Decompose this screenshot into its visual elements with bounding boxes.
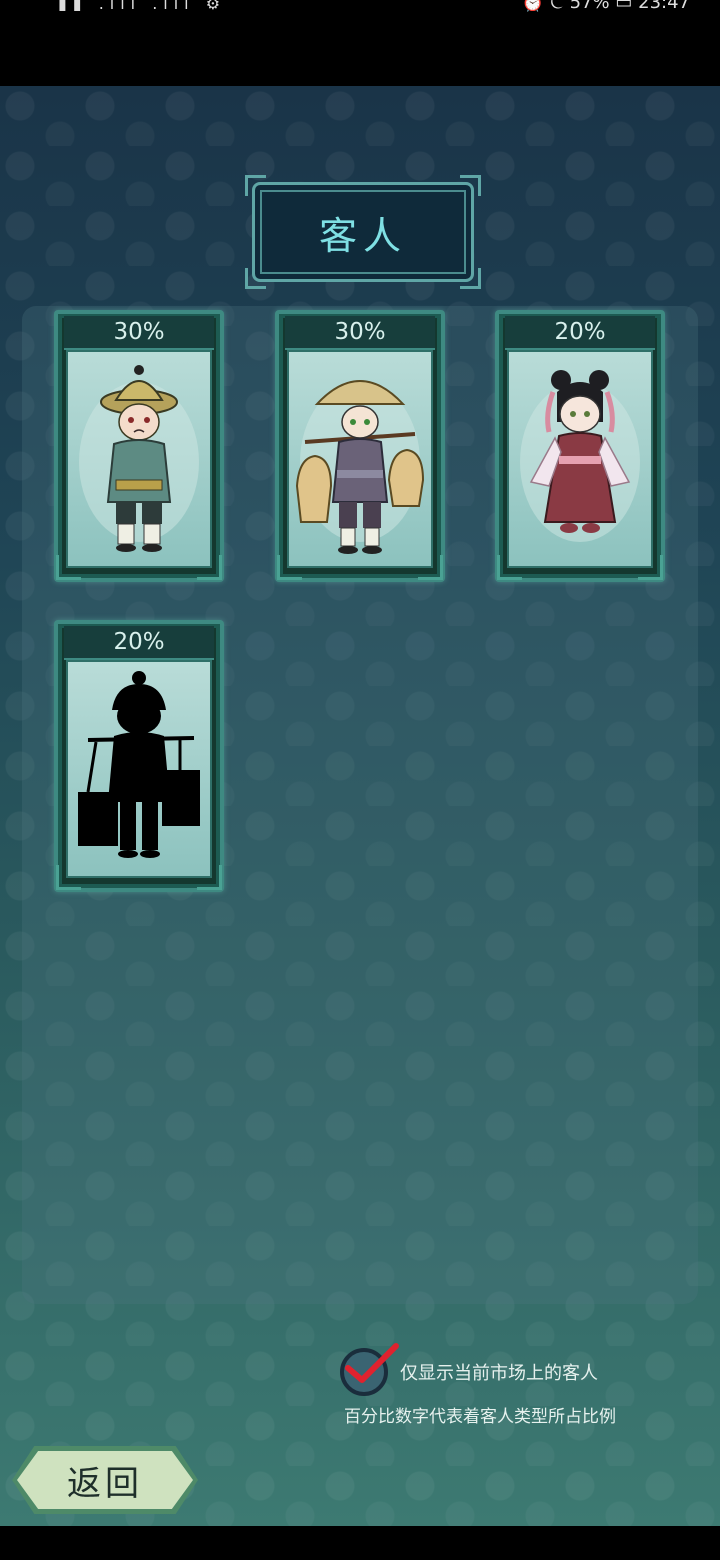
- show-current-market-filter[interactable]: 仅显示当前市场上的客人: [340, 1343, 598, 1396]
- filter-label: 仅显示当前市场上的客人: [400, 1363, 598, 1384]
- checkmark-icon: [345, 1343, 399, 1383]
- lady-in-pink-hanfu-icon: [507, 350, 653, 568]
- back-button[interactable]: 返回: [12, 1446, 198, 1514]
- status-left-icons: ▮▮ .ııl .ııl ⚙: [58, 0, 227, 13]
- customer-card-3[interactable]: 20%: [495, 310, 665, 582]
- customer-percent: 20%: [505, 316, 655, 350]
- customer-percent: 30%: [64, 316, 214, 350]
- customer-card-4[interactable]: 20%: [54, 620, 224, 892]
- customer-card-2[interactable]: 30%: [275, 310, 445, 582]
- customer-percent: 20%: [64, 626, 214, 660]
- status-right-icons: ⏰ ⏾ 57% ▭ 23:47: [521, 0, 690, 13]
- unknown-silhouette-icon: [66, 660, 212, 878]
- title-plate: 客人: [245, 175, 481, 289]
- customer-percent: 30%: [285, 316, 435, 350]
- back-button-label: 返回: [67, 1463, 143, 1504]
- farmer-straw-hat-icon: [66, 350, 212, 568]
- filter-checkbox[interactable]: [340, 1343, 399, 1396]
- customer-card-1[interactable]: 30%: [54, 310, 224, 582]
- bottom-bar: [0, 1526, 720, 1560]
- customer-panel: 30% 30% 20% 20%: [22, 306, 698, 1304]
- game-screen: 客人 30% 30% 20% 20% 仅显示当前市场上的客人 百分比数字代表着客…: [0, 86, 720, 1526]
- page-title: 客人: [318, 213, 407, 258]
- porter-carrying-baskets-icon: [287, 350, 433, 568]
- percent-hint-text: 百分比数字代表着客人类型所占比例: [344, 1407, 616, 1427]
- status-bar: ▮▮ .ııl .ııl ⚙ ⏰ ⏾ 57% ▭ 23:47: [0, 0, 720, 86]
